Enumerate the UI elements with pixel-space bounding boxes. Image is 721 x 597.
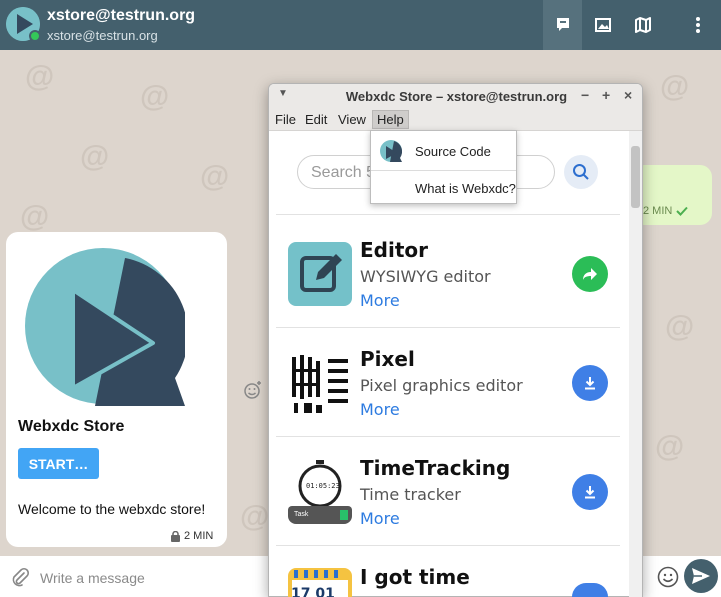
menu-item-label: Source Code: [415, 144, 491, 159]
menu-item-what-is-webxdc[interactable]: What is Webxdc?: [371, 171, 516, 207]
menu-item-label: What is Webxdc?: [415, 181, 516, 196]
background-pattern: @: [655, 430, 685, 463]
download-icon: [585, 486, 595, 499]
divider: [276, 214, 620, 215]
menu-item-source-code[interactable]: Source Code: [371, 133, 516, 169]
app-more-link[interactable]: More: [360, 400, 400, 419]
more-vert-icon: [695, 17, 700, 33]
download-icon: [585, 377, 595, 390]
emoji-add-icon: [244, 381, 261, 399]
app-more-link[interactable]: More: [360, 509, 400, 528]
app-description: WYSIWYG editor: [360, 267, 491, 286]
scrollbar-thumb[interactable]: [631, 146, 640, 208]
background-pattern: @: [20, 200, 50, 233]
online-status-dot: [29, 30, 41, 42]
menu-edit[interactable]: Edit: [305, 112, 327, 127]
edit-icon: [300, 254, 342, 292]
stopwatch-time: 01:05:23: [306, 482, 340, 490]
emoji-icon: [657, 566, 679, 588]
window-menubar: File Edit View Help: [269, 108, 642, 131]
map-icon: [634, 17, 651, 33]
app-name: Pixel: [360, 347, 415, 371]
emoji-button[interactable]: [657, 566, 679, 593]
apps-button[interactable]: [543, 0, 582, 50]
menu-help[interactable]: Help: [372, 110, 409, 129]
background-pattern: @: [665, 310, 695, 343]
check-icon: [676, 206, 689, 216]
message-text: Welcome to the webxdc store!: [18, 501, 206, 517]
background-pattern: @: [140, 80, 170, 113]
menu-view[interactable]: View: [338, 112, 366, 127]
app-description: Pixel graphics editor: [360, 376, 523, 395]
app-name: I got time: [360, 565, 470, 589]
window-titlebar[interactable]: ▼ Webxdc Store – xstore@testrun.org − + …: [269, 84, 642, 108]
download-app-button[interactable]: [572, 474, 608, 510]
app-name: Editor: [360, 238, 428, 262]
background-pattern: @: [200, 160, 230, 193]
gallery-button[interactable]: [583, 0, 622, 50]
attach-button[interactable]: [10, 567, 30, 592]
stopwatch-task-label: Task: [294, 511, 309, 518]
search-placeholder: Search 5: [311, 164, 376, 181]
background-pattern: @: [25, 60, 55, 93]
app-more-link[interactable]: More: [360, 291, 400, 310]
message-app-name: Webxdc Store: [18, 418, 125, 435]
divider: [276, 436, 620, 437]
start-button[interactable]: START…: [18, 448, 99, 479]
pixel-art-icon: [288, 351, 352, 415]
lock-icon: [171, 530, 180, 542]
incoming-time-label: 2 MIN: [184, 530, 214, 542]
gallery-icon: [594, 18, 611, 32]
chat-header: xstore@testrun.org xstore@testrun.org: [0, 0, 721, 50]
background-pattern: @: [80, 140, 110, 173]
maximize-button[interactable]: +: [602, 87, 610, 103]
download-app-button[interactable]: [572, 365, 608, 401]
minimize-button[interactable]: −: [581, 87, 589, 103]
app-name: TimeTracking: [360, 456, 511, 480]
share-arrow-icon: [583, 268, 597, 280]
paperclip-icon: [12, 567, 30, 587]
search-icon: [573, 164, 589, 180]
download-app-button[interactable]: [572, 583, 608, 597]
open-app-button[interactable]: [572, 256, 608, 292]
divider: [276, 327, 620, 328]
outgoing-message-time: 2 MIN: [643, 205, 689, 217]
map-button[interactable]: [623, 0, 662, 50]
search-button[interactable]: [564, 155, 598, 189]
divider: [276, 545, 620, 546]
webxdc-logo-icon: [380, 140, 402, 162]
more-options-button[interactable]: [678, 0, 717, 50]
app-description: Time tracker: [360, 485, 461, 504]
webxdc-logo-icon: [25, 248, 185, 406]
app-icon-editor[interactable]: [288, 242, 352, 306]
message-input[interactable]: Write a message: [40, 570, 145, 586]
chat-subtitle: xstore@testrun.org: [47, 28, 158, 43]
calendar-date: 17 01: [291, 586, 335, 597]
outgoing-time-label: 2 MIN: [643, 205, 673, 217]
help-menu-dropdown: Source Code What is Webxdc?: [370, 130, 517, 204]
background-pattern: @: [240, 500, 270, 533]
app-icon-pixel[interactable]: [288, 351, 352, 415]
add-reaction-button[interactable]: [243, 380, 263, 405]
incoming-message-time: 2 MIN: [171, 530, 213, 542]
menu-file[interactable]: File: [275, 112, 296, 127]
background-pattern: @: [660, 70, 690, 103]
close-button[interactable]: ×: [624, 87, 632, 103]
apps-icon: [556, 18, 569, 31]
send-button[interactable]: [684, 559, 718, 593]
chat-title[interactable]: xstore@testrun.org: [47, 7, 195, 25]
send-icon: [692, 568, 710, 584]
